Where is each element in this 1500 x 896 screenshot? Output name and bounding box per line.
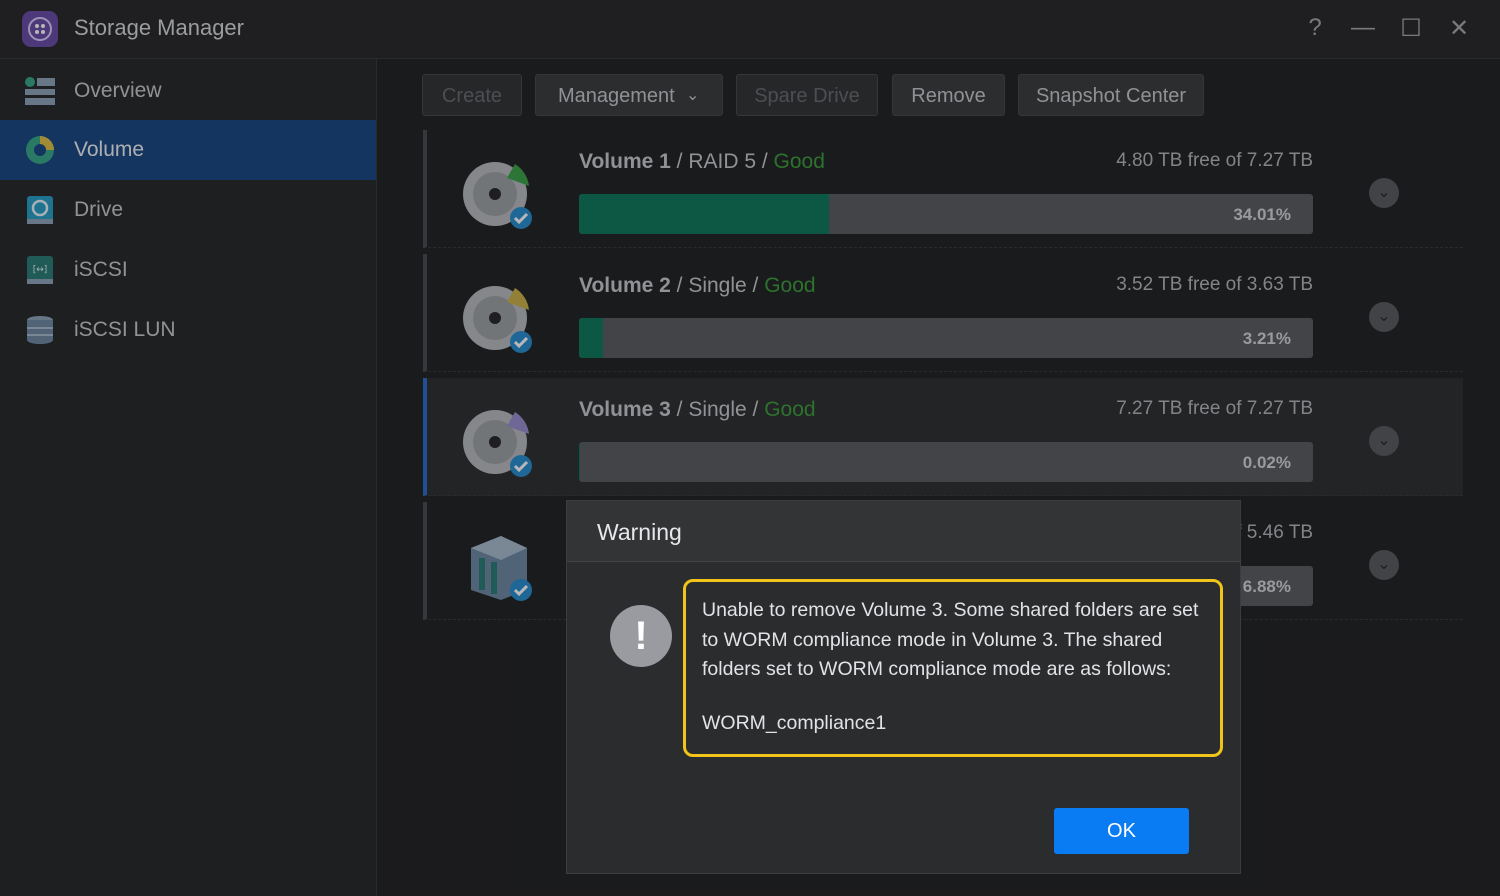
dialog-title: Warning [597, 519, 682, 545]
warning-dialog: Warning ! Unable to remove Volume 3. Som… [566, 500, 1241, 874]
dialog-header: Warning [567, 501, 1240, 562]
message-highlight-box: Unable to remove Volume 3. Some shared f… [683, 579, 1223, 757]
dialog-message: Unable to remove Volume 3. Some shared f… [702, 599, 1199, 680]
exclamation-icon: ! [610, 605, 672, 667]
ok-button[interactable]: OK [1054, 808, 1189, 854]
worm-folder-name: WORM_compliance1 [702, 712, 887, 734]
